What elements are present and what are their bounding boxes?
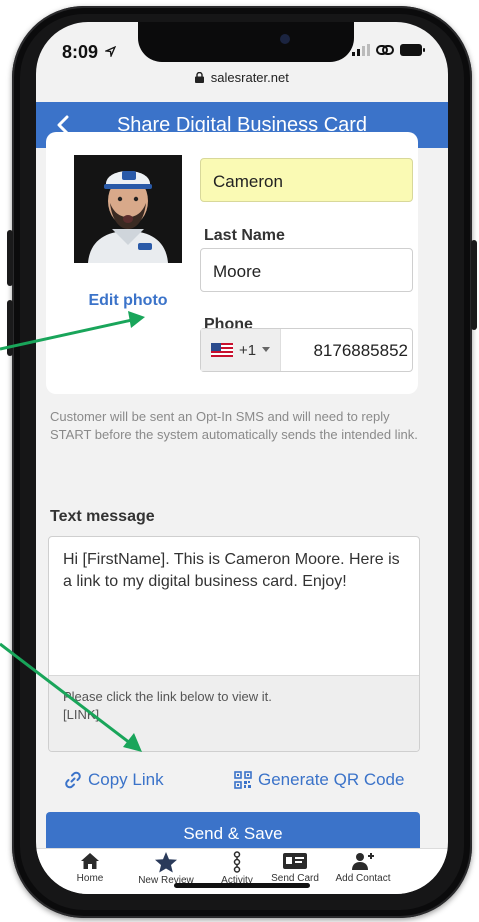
annotation-arrow bbox=[0, 642, 142, 752]
